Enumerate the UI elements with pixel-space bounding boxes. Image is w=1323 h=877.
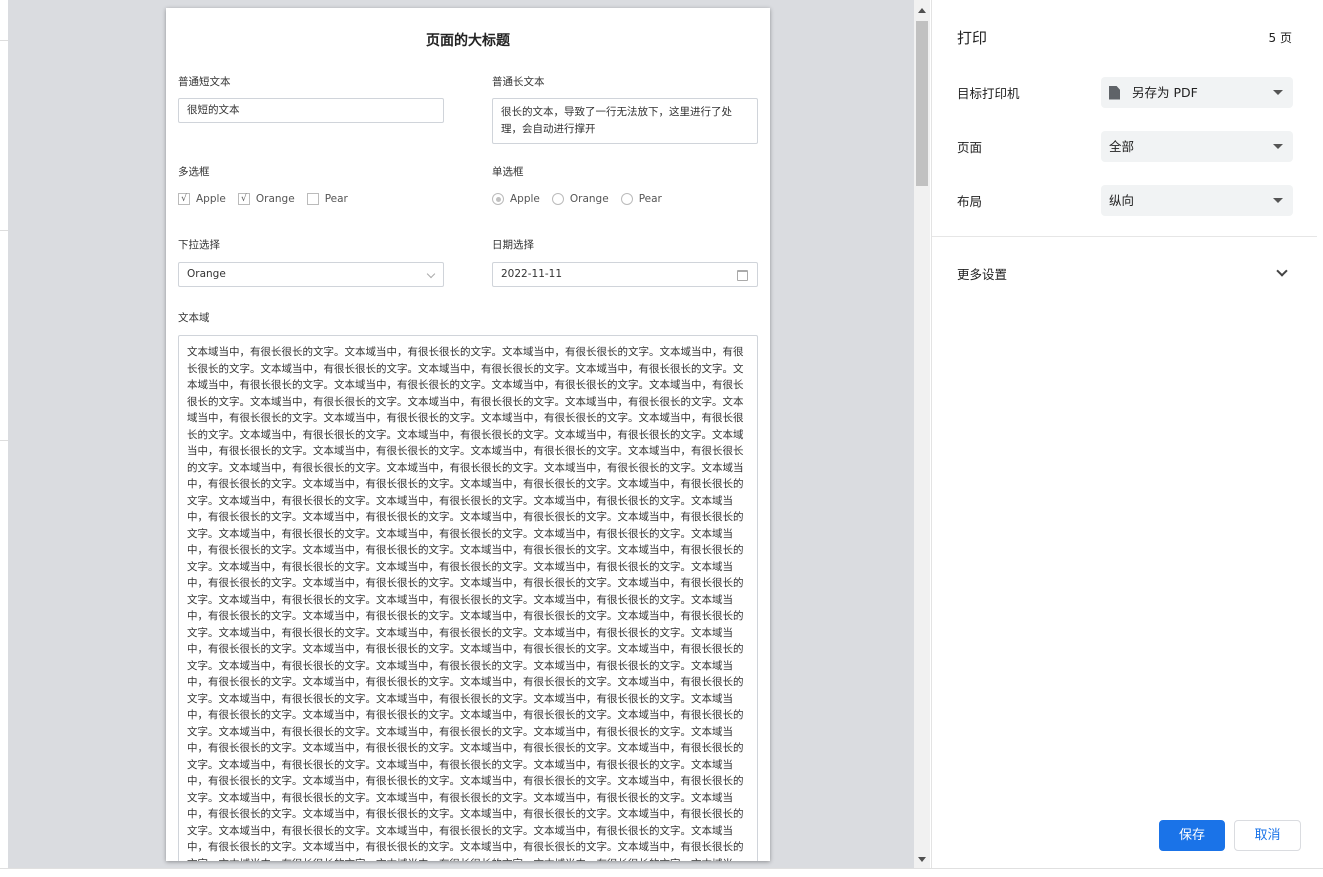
- short-text-label: 普通短文本: [178, 76, 231, 88]
- checkbox-group: √ Apple √ Orange Pear: [178, 193, 360, 205]
- preview-scrollbar[interactable]: [914, 0, 930, 868]
- layout-value: 纵向: [1109, 193, 1135, 208]
- scroll-down-arrow-icon[interactable]: [918, 857, 926, 862]
- radio-unselected-icon: [551, 193, 564, 205]
- dropdown-arrow-icon: [1273, 90, 1283, 95]
- chevron-down-icon: [426, 269, 436, 279]
- pages-select[interactable]: 全部: [1101, 131, 1293, 162]
- layout-label: 布局: [957, 194, 983, 209]
- print-settings-panel: 打印 5 页 目标打印机 另存为 PDF 页面 全部 布局 纵向 更多设置 保存…: [931, 0, 1317, 868]
- background-divider: [0, 230, 8, 231]
- select-label: 下拉选择: [178, 239, 220, 251]
- short-text-input: 很短的文本: [178, 98, 444, 123]
- checkbox-checked-icon: √: [178, 193, 190, 205]
- radio-unselected-icon: [620, 193, 633, 205]
- calendar-icon: [737, 270, 748, 281]
- radio-label: Apple: [510, 193, 540, 205]
- destination-label: 目标打印机: [957, 86, 1020, 101]
- radio-selected-icon: [492, 193, 504, 205]
- background-page-edge: [0, 0, 8, 877]
- layout-select[interactable]: 纵向: [1101, 185, 1293, 216]
- background-divider: [0, 440, 8, 441]
- panel-divider: [932, 236, 1317, 237]
- checkbox-label: Orange: [255, 193, 295, 205]
- cancel-button[interactable]: 取消: [1234, 820, 1301, 851]
- radio-group-label: 单选框: [492, 166, 524, 178]
- file-icon: [1109, 85, 1120, 100]
- checkbox-group-label: 多选框: [178, 166, 210, 178]
- window-bottom-edge: [0, 868, 1323, 877]
- checkbox-pear: Pear: [306, 193, 348, 205]
- chevron-down-icon[interactable]: [1276, 265, 1288, 277]
- radio-label: Orange: [569, 193, 609, 205]
- more-settings-toggle[interactable]: 更多设置: [957, 264, 1007, 283]
- checkbox-orange: √ Orange: [237, 193, 295, 205]
- date-field: 2022-11-11: [492, 262, 758, 287]
- save-button[interactable]: 保存: [1159, 820, 1225, 851]
- page-count: 5 页: [1268, 31, 1292, 45]
- long-text-input: 很长的文本，导致了一行无法放下，这里进行了处理，会自动进行撑开: [492, 98, 758, 144]
- date-label: 日期选择: [492, 239, 534, 251]
- long-text-label: 普通长文本: [492, 76, 545, 88]
- textarea-label: 文本域: [178, 312, 210, 324]
- destination-value: 另存为 PDF: [1132, 85, 1198, 100]
- pages-label: 页面: [957, 140, 983, 155]
- checkbox-unchecked-icon: [306, 193, 319, 205]
- select-value: Orange: [187, 268, 226, 280]
- background-divider: [0, 40, 8, 41]
- checkbox-label: Pear: [324, 193, 348, 205]
- date-value: 2022-11-11: [501, 268, 563, 280]
- radio-pear: Pear: [620, 193, 662, 205]
- select-field: Orange: [178, 262, 444, 287]
- dropdown-arrow-icon: [1273, 144, 1283, 149]
- checkbox-apple: √ Apple: [178, 193, 226, 205]
- checkbox-checked-icon: √: [237, 193, 250, 205]
- print-preview-area[interactable]: 页面的大标题 普通短文本 很短的文本 普通长文本 很长的文本，导致了一行无法放下…: [8, 0, 914, 868]
- pages-value: 全部: [1109, 139, 1135, 154]
- scrollbar-thumb[interactable]: [916, 21, 928, 186]
- preview-page: 页面的大标题 普通短文本 很短的文本 普通长文本 很长的文本，导致了一行无法放下…: [166, 8, 770, 861]
- print-title: 打印: [957, 29, 988, 47]
- radio-group: Apple Orange Pear: [492, 193, 674, 205]
- radio-orange: Orange: [551, 193, 609, 205]
- page-title: 页面的大标题: [426, 33, 510, 49]
- radio-apple: Apple: [492, 193, 540, 205]
- checkbox-label: Apple: [196, 193, 226, 205]
- dropdown-arrow-icon: [1273, 198, 1283, 203]
- destination-select[interactable]: 另存为 PDF: [1101, 77, 1293, 108]
- radio-label: Pear: [638, 193, 662, 205]
- scroll-up-arrow-icon[interactable]: [918, 8, 926, 13]
- textarea-field: 文本域当中，有很长很长的文字。文本域当中，有很长很长的文字。文本域当中，有很长很…: [178, 335, 758, 861]
